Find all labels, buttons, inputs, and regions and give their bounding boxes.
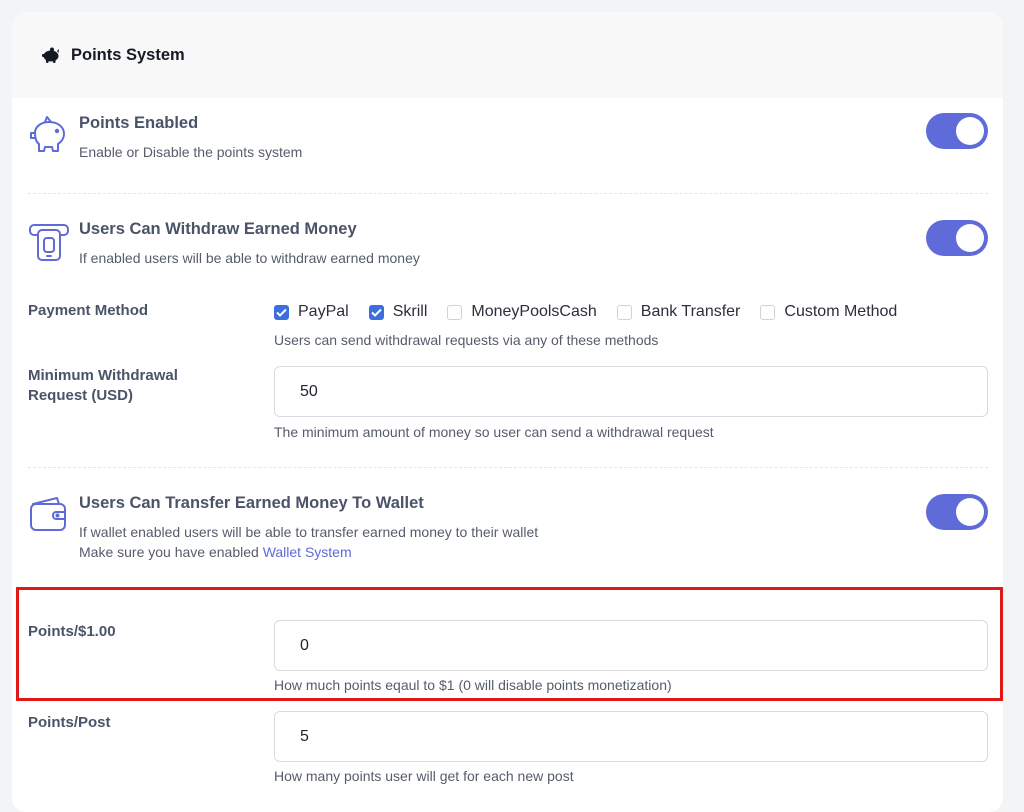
payment-option-bank-transfer[interactable]: Bank Transfer: [616, 303, 741, 321]
card-header: Points System: [12, 12, 1003, 98]
checkbox-label: Custom Method: [784, 303, 898, 320]
transfer-wallet-description: If wallet enabled users will be able to …: [79, 522, 538, 562]
divider: [28, 193, 988, 194]
min-withdrawal-help: The minimum amount of money so user can …: [274, 424, 714, 440]
payment-option-custom-method[interactable]: Custom Method: [760, 303, 897, 321]
withdraw-toggle[interactable]: [926, 220, 988, 256]
transfer-wallet-title: Users Can Transfer Earned Money To Walle…: [79, 494, 424, 512]
input-value: 5: [300, 727, 309, 745]
min-withdrawal-input[interactable]: 50: [274, 366, 988, 417]
points-enabled-toggle[interactable]: [926, 113, 988, 149]
checkbox-checked[interactable]: [274, 304, 289, 320]
checkbox-label: Skrill: [392, 303, 428, 320]
input-value: 50: [300, 382, 318, 400]
payment-option-paypal[interactable]: PayPal: [274, 303, 349, 321]
points-per-post-label: Points/Post: [28, 714, 111, 731]
checkbox-unchecked[interactable]: [447, 304, 463, 320]
checkbox-checked[interactable]: [368, 304, 384, 320]
payment-method-help: Users can send withdrawal requests via a…: [274, 332, 659, 348]
description-line: Make sure you have enabled Wallet System: [79, 542, 538, 562]
payment-method-options: PayPal Skrill MoneyPoolsCash Bank Transf…: [274, 300, 917, 324]
checkbox-label: MoneyPoolsCash: [471, 303, 597, 320]
highlight-box: [16, 587, 1003, 701]
payment-option-skrill[interactable]: Skrill: [368, 303, 428, 321]
toggle-knob: [956, 224, 984, 252]
checkbox-label: Bank Transfer: [640, 303, 741, 320]
checkbox-unchecked[interactable]: [760, 304, 776, 320]
min-withdrawal-label: Minimum Withdrawal Request (USD): [28, 366, 178, 406]
piggy-bank-icon: [41, 44, 63, 66]
label-line: Minimum Withdrawal: [28, 367, 178, 384]
points-enabled-title: Points Enabled: [79, 114, 199, 132]
points-per-post-input[interactable]: 5: [274, 711, 988, 762]
payment-method-label: Payment Method: [28, 302, 149, 319]
piggy-bank-icon: [27, 114, 71, 158]
points-enabled-description: Enable or Disable the points system: [79, 144, 303, 160]
toggle-knob: [956, 117, 984, 145]
checkbox-unchecked[interactable]: [616, 304, 632, 320]
transfer-wallet-toggle[interactable]: [926, 494, 988, 530]
points-per-post-help: How many points user will get for each n…: [274, 768, 574, 784]
withdraw-title: Users Can Withdraw Earned Money: [79, 220, 357, 238]
description-line: If wallet enabled users will be able to …: [79, 524, 539, 540]
withdraw-description: If enabled users will be able to withdra…: [79, 250, 420, 266]
description-prefix: Make sure you have enabled: [79, 544, 263, 560]
cash-icon: [27, 221, 71, 265]
divider: [28, 467, 988, 468]
payment-option-moneypoolscash[interactable]: MoneyPoolsCash: [447, 303, 597, 321]
checkbox-label: PayPal: [298, 303, 349, 320]
wallet-system-link[interactable]: Wallet System: [263, 544, 352, 560]
label-line: Request (USD): [28, 387, 134, 404]
toggle-knob: [956, 498, 984, 526]
wallet-icon: [27, 494, 71, 538]
page-title: Points System: [71, 45, 185, 64]
